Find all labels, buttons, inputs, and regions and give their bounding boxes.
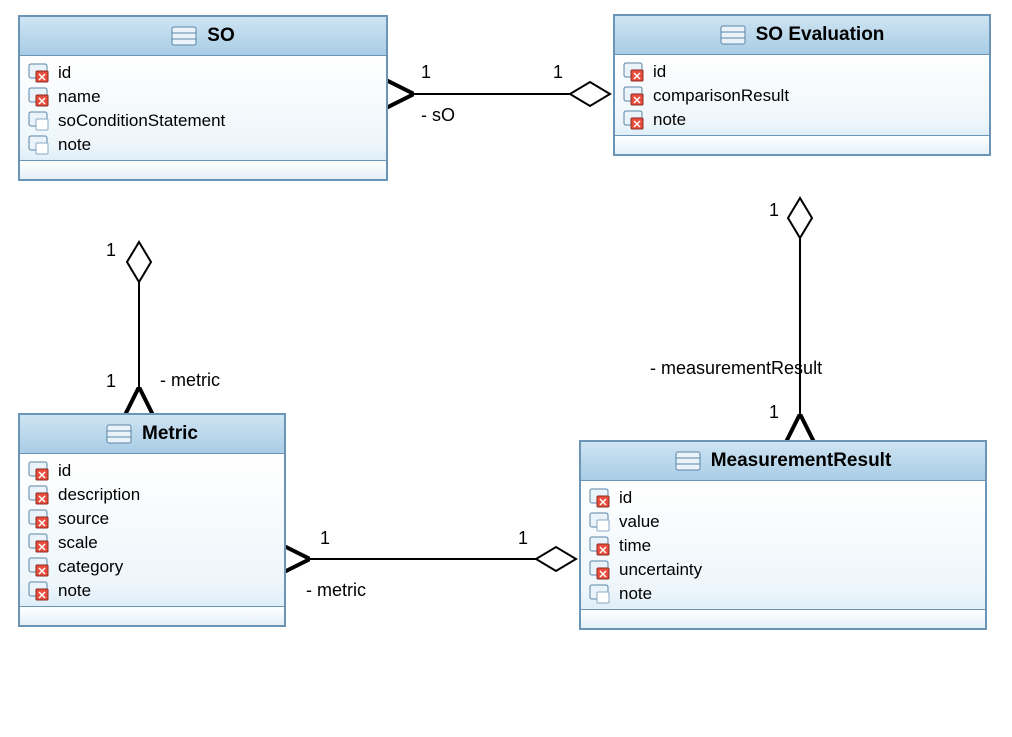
attr-row[interactable]: soConditionStatement <box>28 110 378 132</box>
property-icon <box>589 512 611 532</box>
class-footer <box>581 610 985 628</box>
attr-row[interactable]: note <box>623 109 981 131</box>
class-attrs: id name soConditionStatement note <box>20 56 386 161</box>
class-attrs: id description source scale category not… <box>20 454 284 607</box>
property-icon <box>623 86 645 106</box>
property-icon <box>28 111 50 131</box>
class-attrs: id value time uncertainty note <box>581 481 985 610</box>
property-icon <box>28 87 50 107</box>
attr-name: category <box>58 557 123 577</box>
attr-row[interactable]: id <box>589 487 977 509</box>
multiplicity-label: 1 <box>769 402 779 423</box>
role-label: - metric <box>160 370 220 391</box>
property-icon <box>28 461 50 481</box>
class-footer <box>615 136 989 154</box>
class-title-text: MeasurementResult <box>711 450 892 472</box>
class-title: SO <box>20 17 386 56</box>
class-title: MeasurementResult <box>581 442 985 481</box>
attr-name: id <box>58 63 71 83</box>
class-so-evaluation[interactable]: SO Evaluation id comparisonResult note <box>613 14 991 156</box>
attr-row[interactable]: source <box>28 508 276 530</box>
multiplicity-label: 1 <box>518 528 528 549</box>
multiplicity-label: 1 <box>421 62 431 83</box>
attr-name: note <box>653 110 686 130</box>
role-label: - sO <box>421 105 455 126</box>
property-icon <box>28 581 50 601</box>
class-icon <box>106 424 132 444</box>
attr-row[interactable]: id <box>28 62 378 84</box>
multiplicity-label: 1 <box>320 528 330 549</box>
property-icon <box>28 533 50 553</box>
multiplicity-label: 1 <box>106 240 116 261</box>
attr-name: description <box>58 485 140 505</box>
class-icon <box>720 25 746 45</box>
class-icon <box>675 451 701 471</box>
property-icon <box>589 488 611 508</box>
property-icon <box>623 62 645 82</box>
assoc-soeval-to-so <box>410 82 610 106</box>
class-title: SO Evaluation <box>615 16 989 55</box>
uml-diagram-canvas: SO id name soConditionStatement note SO … <box>0 0 1012 737</box>
attr-row[interactable]: note <box>28 580 276 602</box>
attr-name: uncertainty <box>619 560 702 580</box>
attr-row[interactable]: note <box>589 583 977 605</box>
assoc-measres-to-metric <box>306 547 576 571</box>
assoc-soeval-to-measres <box>788 198 812 418</box>
attr-name: id <box>653 62 666 82</box>
assoc-so-to-metric <box>127 242 151 391</box>
attr-row[interactable]: time <box>589 535 977 557</box>
class-so[interactable]: SO id name soConditionStatement note <box>18 15 388 181</box>
multiplicity-label: 1 <box>769 200 779 221</box>
role-label: - measurementResult <box>650 358 822 379</box>
attr-row[interactable]: category <box>28 556 276 578</box>
attr-name: soConditionStatement <box>58 111 225 131</box>
class-title-text: SO Evaluation <box>756 24 885 46</box>
attr-name: value <box>619 512 660 532</box>
property-icon <box>589 584 611 604</box>
attr-name: id <box>619 488 632 508</box>
attr-name: scale <box>58 533 98 553</box>
class-title: Metric <box>20 415 284 454</box>
property-icon <box>589 536 611 556</box>
attr-name: note <box>619 584 652 604</box>
attr-name: time <box>619 536 651 556</box>
class-icon <box>171 26 197 46</box>
attr-row[interactable]: uncertainty <box>589 559 977 581</box>
class-title-text: Metric <box>142 423 198 445</box>
attr-name: source <box>58 509 109 529</box>
multiplicity-label: 1 <box>553 62 563 83</box>
class-title-text: SO <box>207 25 234 47</box>
property-icon <box>28 557 50 577</box>
attr-row[interactable]: description <box>28 484 276 506</box>
property-icon <box>623 110 645 130</box>
attr-row[interactable]: value <box>589 511 977 533</box>
property-icon <box>28 135 50 155</box>
class-measurement-result[interactable]: MeasurementResult id value time uncertai… <box>579 440 987 630</box>
attr-name: name <box>58 87 101 107</box>
attr-name: note <box>58 135 91 155</box>
property-icon <box>589 560 611 580</box>
attr-row[interactable]: id <box>28 460 276 482</box>
class-attrs: id comparisonResult note <box>615 55 989 136</box>
property-icon <box>28 509 50 529</box>
attr-row[interactable]: name <box>28 86 378 108</box>
attr-row[interactable]: id <box>623 61 981 83</box>
class-footer <box>20 161 386 179</box>
class-footer <box>20 607 284 625</box>
property-icon <box>28 485 50 505</box>
multiplicity-label: 1 <box>106 371 116 392</box>
attr-row[interactable]: note <box>28 134 378 156</box>
attr-row[interactable]: comparisonResult <box>623 85 981 107</box>
class-metric[interactable]: Metric id description source scale categ… <box>18 413 286 627</box>
role-label: - metric <box>306 580 366 601</box>
attr-name: note <box>58 581 91 601</box>
property-icon <box>28 63 50 83</box>
attr-name: comparisonResult <box>653 86 789 106</box>
attr-row[interactable]: scale <box>28 532 276 554</box>
attr-name: id <box>58 461 71 481</box>
